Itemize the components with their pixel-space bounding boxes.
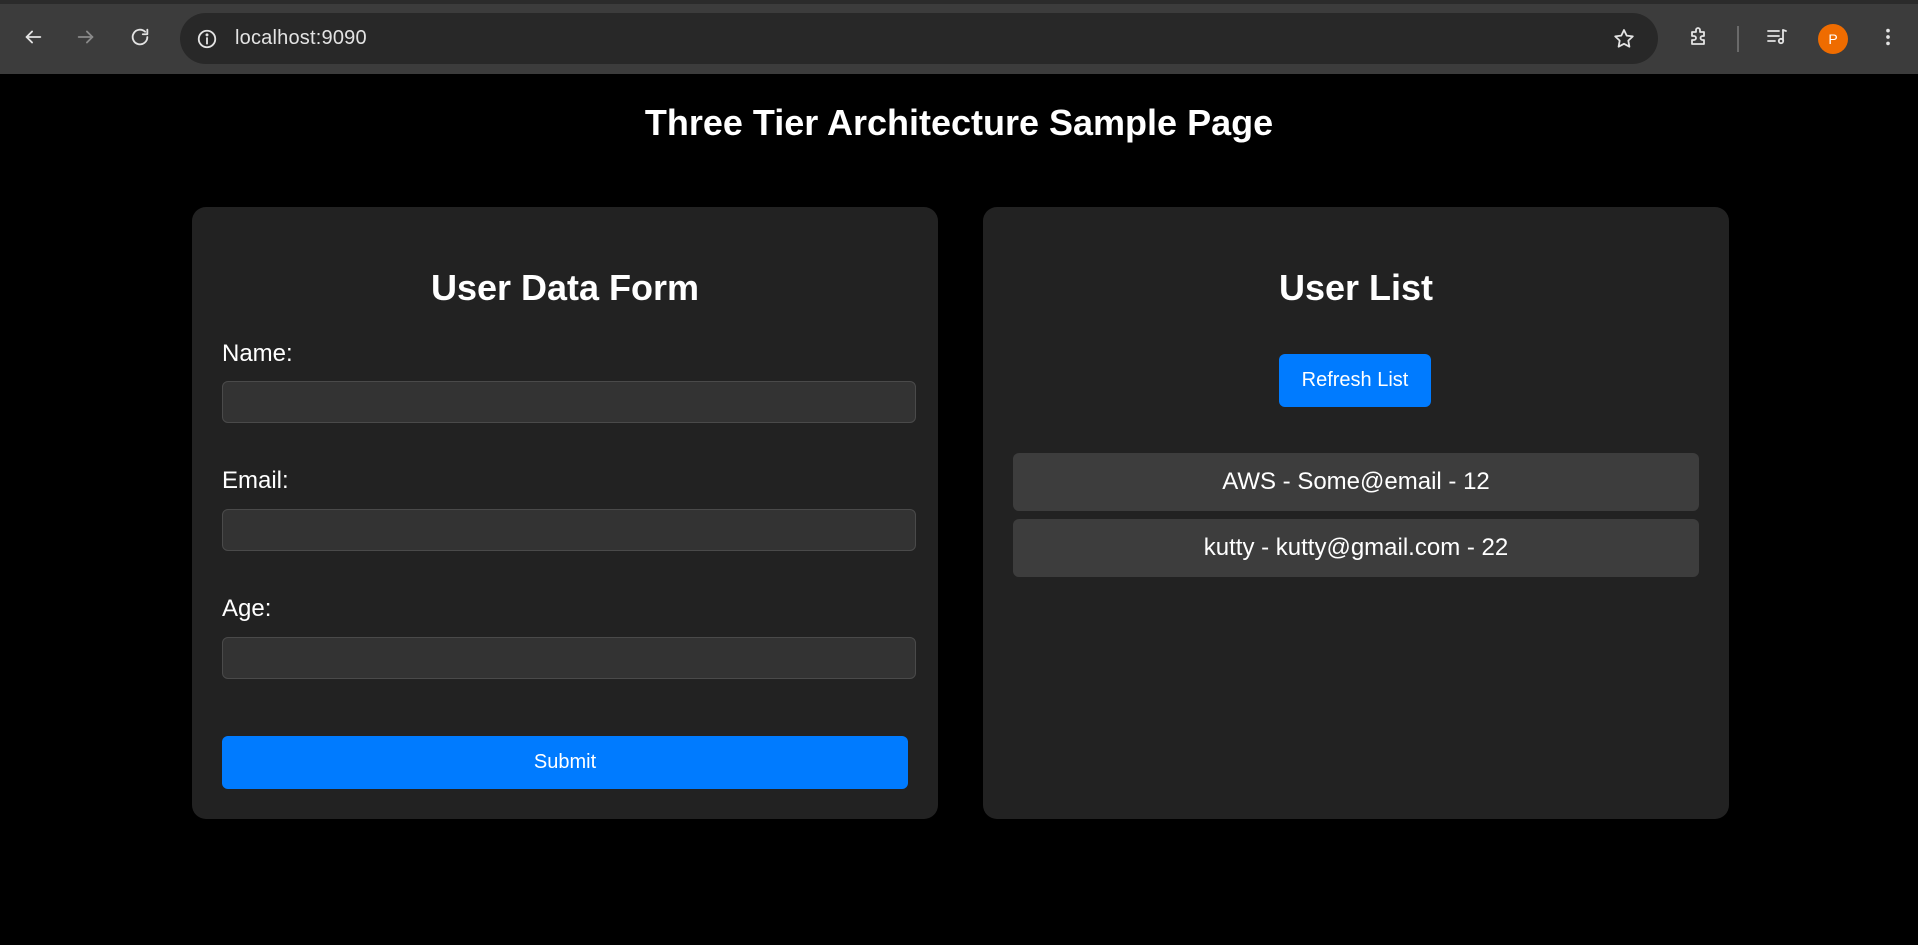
- name-field[interactable]: [222, 381, 916, 423]
- profile-avatar[interactable]: P: [1818, 24, 1848, 54]
- address-bar[interactable]: localhost:9090: [180, 13, 1658, 64]
- tab-strip: [0, 0, 1918, 4]
- user-list-title: User List: [1278, 267, 1434, 308]
- media-controls-button[interactable]: [1758, 20, 1796, 58]
- reload-button[interactable]: [121, 20, 159, 58]
- form-title: User Data Form: [430, 267, 700, 308]
- user-list-card: User List Refresh List AWS - Some@email …: [983, 207, 1729, 819]
- back-button[interactable]: [14, 20, 52, 58]
- browser-toolbar: localhost:9090 P: [0, 0, 1918, 74]
- list-item: AWS - Some@email - 12: [1013, 453, 1699, 511]
- back-arrow-icon: [22, 26, 44, 53]
- email-field[interactable]: [222, 509, 916, 551]
- puzzle-icon: [1687, 25, 1711, 54]
- star-icon[interactable]: [1610, 25, 1638, 53]
- toolbar-divider: [1737, 26, 1739, 52]
- list-item: kutty - kutty@gmail.com - 22: [1013, 519, 1699, 577]
- forward-arrow-icon: [75, 26, 97, 53]
- age-label: Age:: [222, 595, 272, 622]
- page-title: Three Tier Architecture Sample Page: [644, 102, 1274, 143]
- user-list: AWS - Some@email - 12 kutty - kutty@gmai…: [1013, 453, 1699, 585]
- browser-menu-button[interactable]: [1869, 20, 1907, 58]
- refresh-list-button[interactable]: Refresh List: [1279, 354, 1431, 407]
- user-data-form-card: User Data Form Name: Email: Age: Submit: [192, 207, 938, 819]
- info-icon[interactable]: [194, 26, 220, 52]
- profile-initial: P: [1828, 31, 1838, 47]
- name-label: Name:: [222, 340, 293, 367]
- extensions-button[interactable]: [1680, 20, 1718, 58]
- email-label: Email:: [222, 467, 289, 494]
- kebab-menu-icon: [1877, 26, 1899, 53]
- url-text[interactable]: localhost:9090: [235, 27, 367, 50]
- media-queue-icon: [1765, 25, 1789, 54]
- reload-icon: [129, 26, 151, 53]
- age-field[interactable]: [222, 637, 916, 679]
- submit-button[interactable]: Submit: [222, 736, 908, 789]
- forward-button[interactable]: [67, 20, 105, 58]
